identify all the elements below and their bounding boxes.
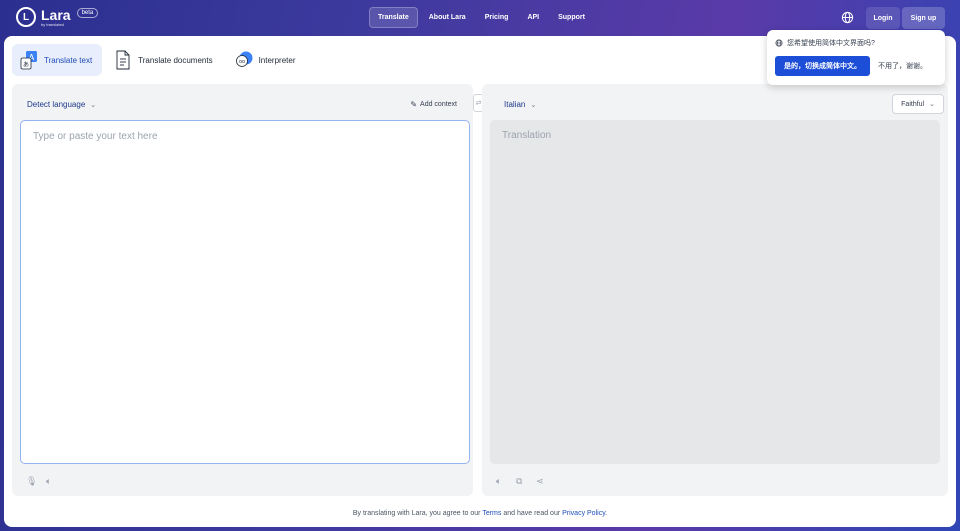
translation-placeholder: Translation bbox=[502, 130, 552, 141]
target-language-label: Italian bbox=[504, 100, 526, 109]
style-select[interactable]: Faithful ⌄ bbox=[892, 94, 944, 114]
tab-translate-documents-label: Translate documents bbox=[138, 55, 213, 65]
pencil-icon: ✎ bbox=[410, 100, 418, 109]
terms-link[interactable]: Terms bbox=[482, 510, 501, 517]
main-nav: Translate About Lara Pricing API Support bbox=[369, 7, 596, 28]
mode-tabs: A あ Translate text Translate documents o… bbox=[12, 44, 309, 76]
svg-text:あ: あ bbox=[23, 62, 29, 69]
tab-interpreter-label: Interpreter bbox=[258, 55, 296, 65]
legal-footer: By translating with Lara, you agree to o… bbox=[4, 510, 956, 517]
add-context-label: Add context bbox=[420, 101, 457, 108]
translation-output: Translation bbox=[490, 120, 940, 464]
microphone-icon[interactable]: 🎙︎ bbox=[26, 476, 37, 486]
swap-icon: ⇄ bbox=[475, 100, 482, 107]
footer-middle: and have read our bbox=[503, 510, 561, 517]
switch-language-button[interactable]: 是的，切换成简体中文。 bbox=[775, 56, 870, 76]
speaker-icon[interactable]: 🔈︎ bbox=[46, 476, 56, 486]
source-language-label: Detect language bbox=[27, 100, 86, 109]
style-label: Faithful bbox=[901, 100, 925, 108]
speaker-icon[interactable]: 🔈︎ bbox=[496, 476, 506, 486]
globe-icon[interactable] bbox=[841, 11, 854, 24]
signup-button[interactable]: Sign up bbox=[902, 7, 945, 29]
globe-icon bbox=[775, 39, 783, 47]
footer-prefix: By translating with Lara, you agree to o… bbox=[352, 510, 481, 517]
chevron-down-icon: ⌄ bbox=[530, 101, 537, 109]
footer-suffix: . bbox=[605, 510, 608, 517]
document-icon bbox=[116, 50, 130, 70]
nav-pricing[interactable]: Pricing bbox=[477, 8, 517, 27]
popup-question: 您希望使用简体中文界面吗? bbox=[787, 40, 875, 47]
nav-api[interactable]: API bbox=[519, 8, 547, 27]
tab-translate-text-label: Translate text bbox=[44, 55, 93, 65]
add-context-button[interactable]: ✎ Add context bbox=[410, 100, 457, 109]
nav-translate[interactable]: Translate bbox=[369, 7, 418, 28]
svg-text:oo: oo bbox=[239, 59, 245, 65]
tab-translate-text[interactable]: A あ Translate text bbox=[12, 44, 103, 76]
source-panel: Detect language ⌄ ✎ Add context 🎙︎ 🔈︎ bbox=[12, 84, 473, 496]
target-language-select[interactable]: Italian ⌄ bbox=[504, 100, 536, 109]
lara-logo[interactable]: L Lara by translated beta bbox=[16, 6, 99, 27]
dismiss-language-button[interactable]: 不用了，谢谢。 bbox=[878, 56, 927, 76]
chevron-down-icon: ⌄ bbox=[929, 101, 935, 108]
chevron-down-icon: ⌄ bbox=[90, 101, 97, 109]
translate-text-icon: A あ bbox=[20, 51, 37, 70]
interpreter-icon: oo bbox=[235, 51, 253, 67]
source-text-box bbox=[20, 120, 470, 464]
logo-subtitle: by translated bbox=[41, 21, 64, 27]
nav-support[interactable]: Support bbox=[550, 8, 593, 27]
translator-card: A あ Translate text Translate documents o… bbox=[4, 36, 956, 527]
language-suggestion-popup: 您希望使用简体中文界面吗? 是的，切换成简体中文。 不用了，谢谢。 bbox=[767, 30, 945, 85]
share-icon[interactable]: ⋖ bbox=[536, 476, 546, 486]
beta-badge: beta bbox=[76, 8, 99, 18]
target-panel: Italian ⌄ Faithful ⌄ Translation 🔈︎ ⧉ ⋖ bbox=[482, 84, 948, 496]
copy-icon[interactable]: ⧉ bbox=[516, 476, 526, 486]
logo-name: Lara bbox=[41, 6, 71, 23]
login-button[interactable]: Login bbox=[866, 7, 900, 29]
nav-about-lara[interactable]: About Lara bbox=[421, 8, 474, 27]
source-language-select[interactable]: Detect language ⌄ bbox=[27, 100, 96, 109]
logo-mark: L bbox=[16, 7, 36, 27]
tab-translate-documents[interactable]: Translate documents bbox=[106, 44, 222, 76]
source-text-input[interactable] bbox=[33, 131, 457, 453]
privacy-policy-link[interactable]: Privacy Policy bbox=[562, 510, 605, 517]
tab-interpreter[interactable]: oo Interpreter bbox=[227, 44, 306, 76]
